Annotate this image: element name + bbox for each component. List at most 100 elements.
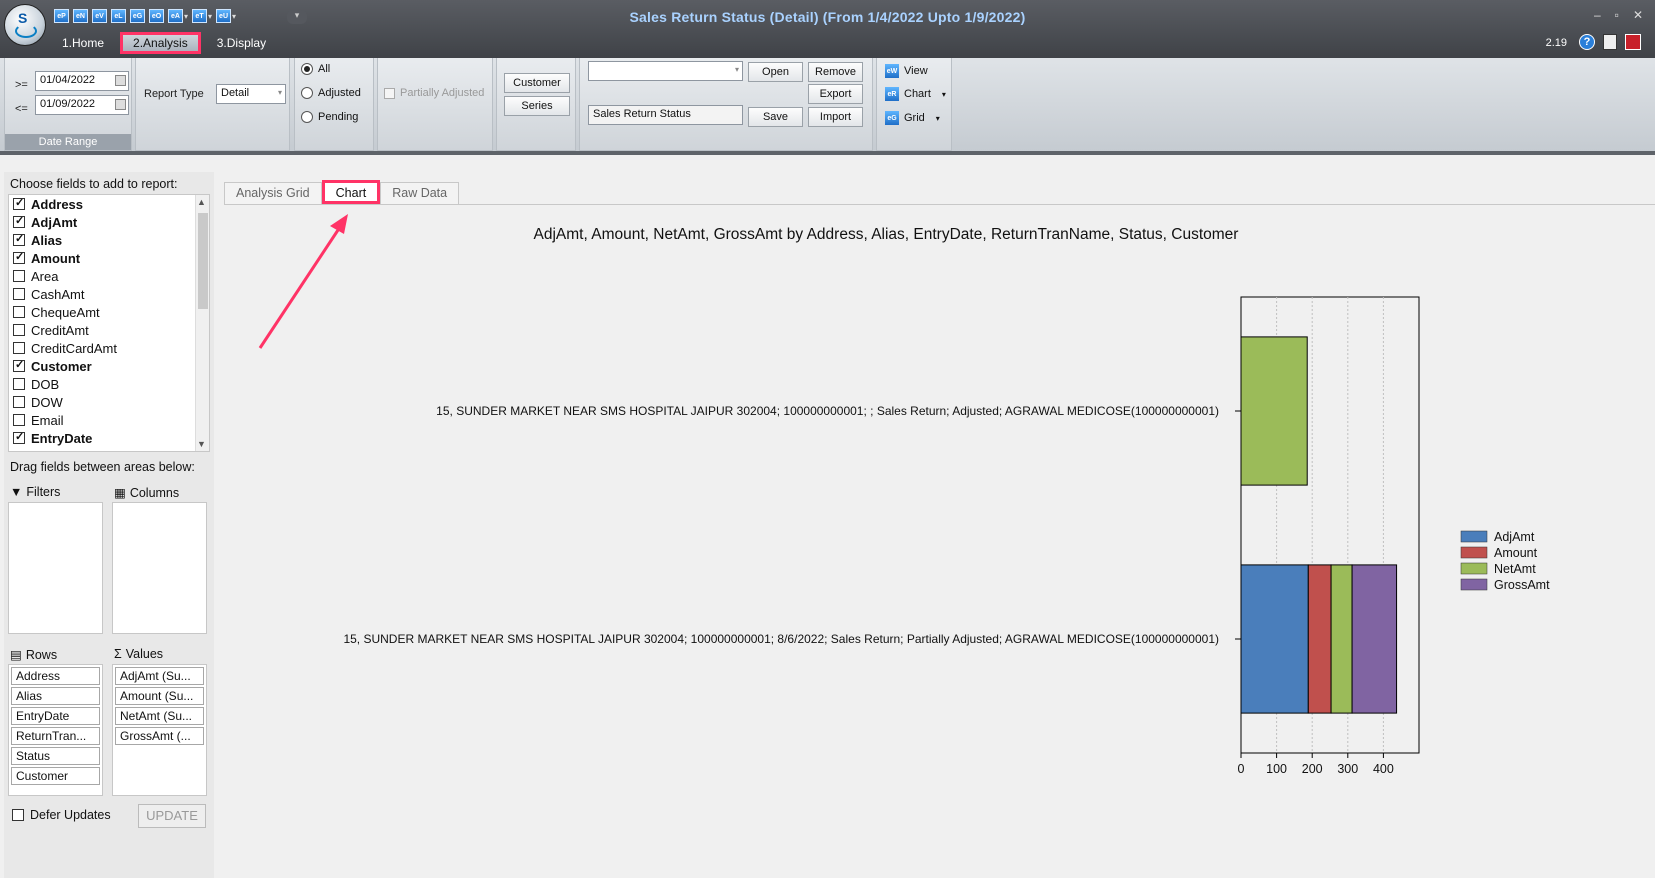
save-button[interactable]: Save [748,107,803,127]
help-icon[interactable]: ? [1579,34,1595,50]
legend-swatch [1460,530,1488,543]
defer-updates-checkbox[interactable]: Defer Updates [12,808,111,822]
view-button[interactable]: eW View [885,64,928,78]
from-date-field[interactable]: 01/04/2022 [35,71,129,91]
row-field-chip[interactable]: Status [11,747,100,765]
field-checkbox[interactable] [13,358,25,372]
field-checkbox[interactable] [13,396,25,408]
field-item[interactable]: AdjAmt [9,213,209,231]
tab-chart[interactable]: Chart [321,180,381,204]
grid-label: Grid [904,112,925,124]
field-item[interactable]: EntryDate [9,429,209,447]
row-field-chip[interactable]: EntryDate [11,707,100,725]
report-type-group: Report Type Detail ▾ [135,58,290,151]
filters-area[interactable] [8,502,103,634]
columns-area[interactable] [112,502,207,634]
value-field-chip[interactable]: Amount (Su... [115,687,204,705]
document-icon[interactable] [1603,34,1617,50]
field-item[interactable]: CashAmt [9,285,209,303]
radio-pending[interactable]: Pending [301,111,358,123]
field-checkbox[interactable] [13,430,25,444]
bar-adjamt [1240,564,1309,714]
field-checkbox[interactable] [13,324,25,336]
import-button[interactable]: Import [808,107,863,127]
chevron-down-icon: ▾ [277,88,282,97]
partially-adjusted-label: Partially Adjusted [400,87,485,99]
layout-name-field[interactable]: Sales Return Status [588,105,743,125]
minimize-icon[interactable]: – [1594,8,1601,22]
calendar-icon[interactable] [115,75,126,86]
open-button[interactable]: Open [748,62,803,82]
calendar-icon[interactable] [115,99,126,110]
category-label: 15, SUNDER MARKET NEAR SMS HOSPITAL JAIP… [343,632,1219,646]
row-field-chip[interactable]: Customer [11,767,100,785]
row-field-chip[interactable]: Alias [11,687,100,705]
field-item[interactable]: Customer [9,357,209,375]
legend-label: GrossAmt [1494,578,1550,592]
value-field-chip[interactable]: GrossAmt (... [115,727,204,745]
remove-button[interactable]: Remove [808,62,863,82]
tab-analysis[interactable]: 2.Analysis [120,32,201,54]
values-area[interactable]: AdjAmt (Su... Amount (Su... NetAmt (Su... G… [112,664,207,796]
legend-label: AdjAmt [1494,530,1535,544]
close-icon[interactable]: ✕ [1633,8,1643,22]
rows-area[interactable]: Address Alias EntryDate ReturnTran... Status… [8,664,103,796]
customer-button[interactable]: Customer [504,73,570,93]
tab-analysis-grid[interactable]: Analysis Grid [224,182,322,204]
arrow-line [258,223,344,349]
field-checkbox[interactable] [13,306,25,318]
field-item[interactable]: Amount [9,249,209,267]
series-button[interactable]: Series [504,96,570,116]
filter-icon: ▼ [10,485,23,499]
value-field-chip[interactable]: AdjAmt (Su... [115,667,204,685]
field-item[interactable]: Email [9,411,209,429]
scroll-up-icon[interactable]: ▲ [197,197,206,207]
field-item[interactable]: DOB [9,375,209,393]
field-checkbox[interactable] [13,196,25,210]
export-button[interactable]: Export [808,84,863,104]
tab-raw-data[interactable]: Raw Data [380,182,460,204]
chart-area: AdjAmt, Amount, NetAmt, GrossAmt by Addr… [224,204,1655,878]
x-tick-label: 0 [1238,762,1245,776]
field-item[interactable]: CreditCardAmt [9,339,209,357]
field-item[interactable]: Alias [9,231,209,249]
partially-adjusted-checkbox[interactable]: Partially Adjusted [384,87,484,99]
radio-all[interactable]: All [301,63,330,75]
layout-select[interactable]: ▾ [588,61,743,81]
field-checkbox[interactable] [13,288,25,300]
field-name: Email [31,412,64,428]
field-checkbox[interactable] [13,342,25,354]
columns-icon: ▦ [114,486,126,500]
chart-button[interactable]: eR Chart ▾ [885,87,946,101]
field-checkbox[interactable] [13,214,25,228]
radio-adjusted[interactable]: Adjusted [301,87,361,99]
field-item[interactable]: ChequeAmt [9,303,209,321]
scroll-thumb[interactable] [198,213,208,309]
pdf-icon[interactable] [1625,34,1641,50]
row-field-chip[interactable]: Address [11,667,100,685]
field-name: CashAmt [31,286,85,302]
field-checkbox[interactable] [13,414,25,426]
field-item[interactable]: CreditAmt [9,321,209,339]
field-checkbox[interactable] [13,378,25,390]
tab-display[interactable]: 3.Display [207,32,276,54]
grid-button[interactable]: eG Grid ▾ [885,111,940,125]
field-list[interactable]: Address AdjAmt Alias Amount Area CashAmt Chequ… [8,194,210,452]
field-item[interactable]: Area [9,267,209,285]
date-range-label: Date Range [5,134,131,150]
update-button[interactable]: UPDATE [138,804,206,828]
field-item[interactable]: DOW [9,393,209,411]
maximize-icon[interactable]: ▫ [1615,8,1619,22]
value-field-chip[interactable]: NetAmt (Su... [115,707,204,725]
legend-swatch [1460,578,1488,591]
to-date-field[interactable]: 01/09/2022 [35,95,129,115]
row-field-chip[interactable]: ReturnTran... [11,727,100,745]
scroll-down-icon[interactable]: ▼ [197,439,206,449]
field-checkbox[interactable] [13,270,25,282]
report-type-select[interactable]: Detail ▾ [216,84,286,104]
field-checkbox[interactable] [13,232,25,246]
field-item[interactable]: Address [9,195,209,213]
field-checkbox[interactable] [13,250,25,264]
tab-home[interactable]: 1.Home [52,32,114,54]
field-list-scrollbar[interactable]: ▲ ▼ [195,195,209,451]
